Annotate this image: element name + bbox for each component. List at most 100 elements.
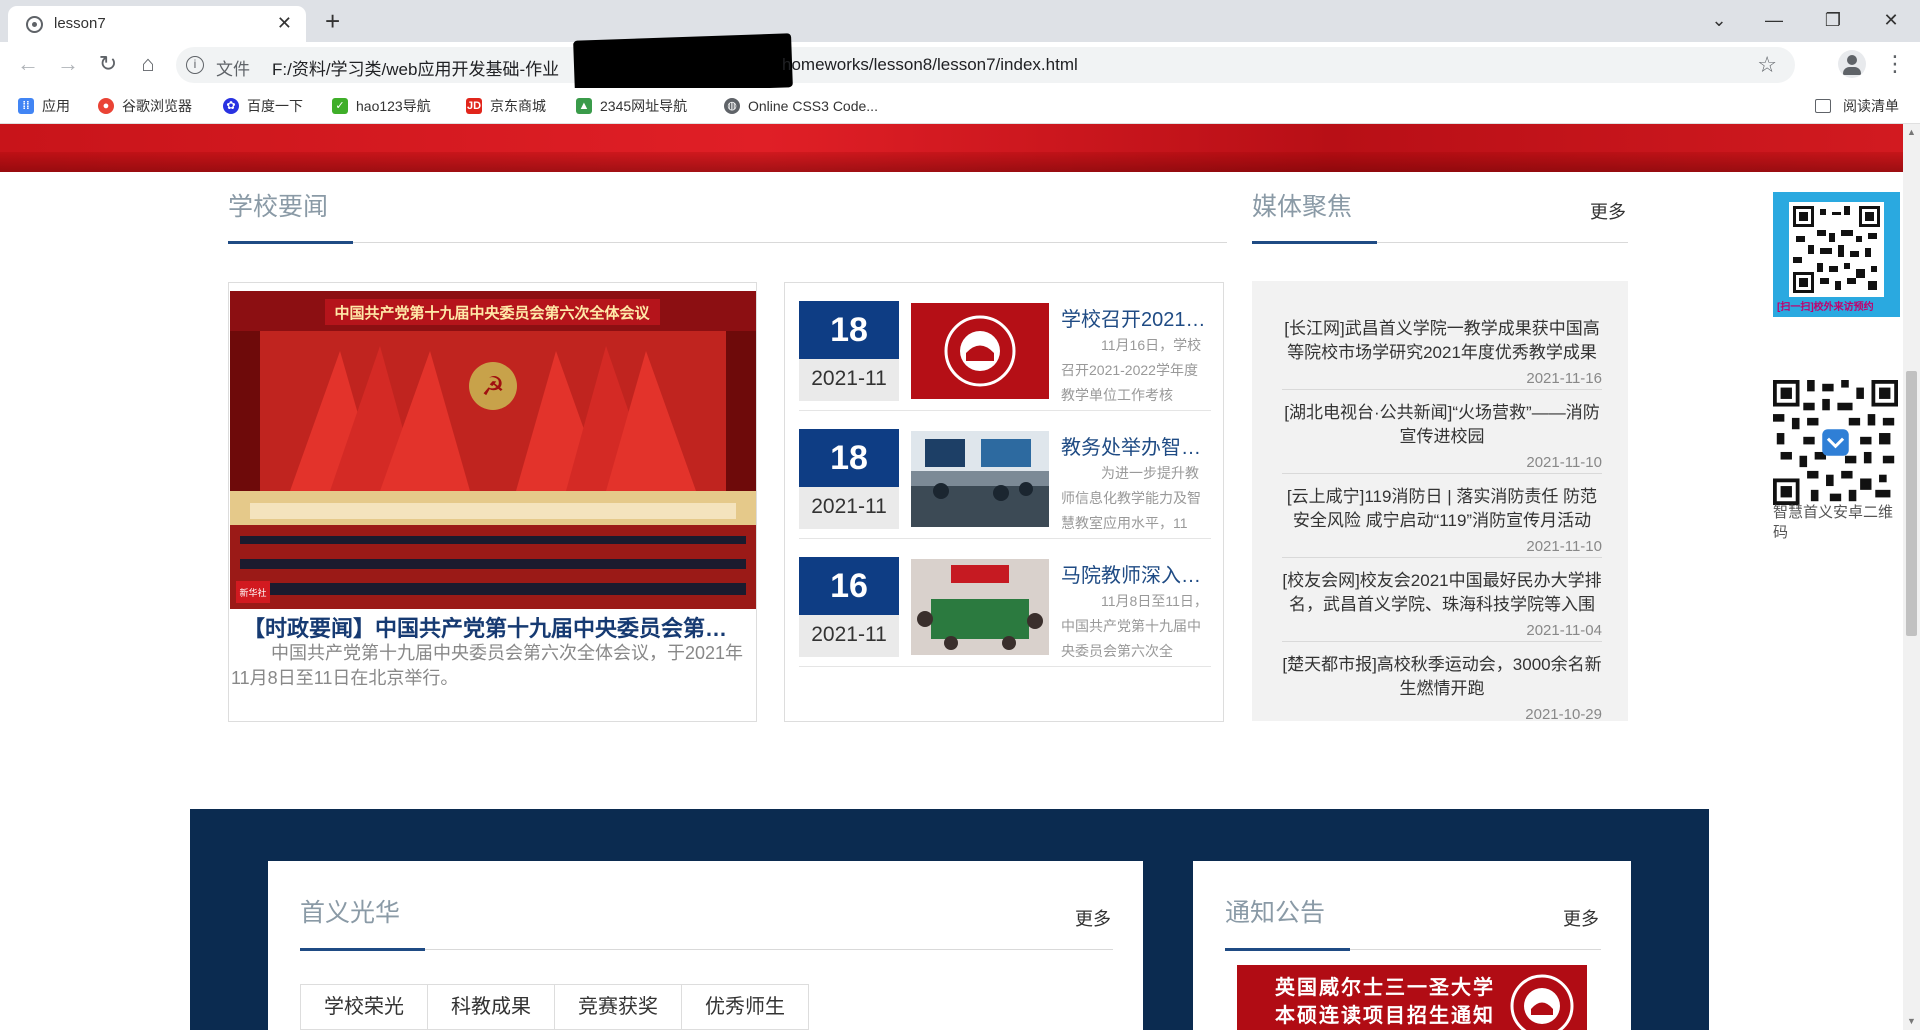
section-accent-bar	[228, 241, 353, 244]
bookmark-online-css3[interactable]: ◍ Online CSS3 Code...	[724, 96, 878, 116]
reload-button[interactable]: ↻	[94, 50, 122, 78]
tab-research-results[interactable]: 科教成果	[427, 984, 555, 1030]
tab-competition-awards[interactable]: 竞赛获奖	[554, 984, 682, 1030]
list-item[interactable]: [楚天都市报]高校秋季运动会，3000余名新生燃情开跑 2021-10-29	[1282, 653, 1602, 725]
scroll-thumb[interactable]	[1906, 371, 1917, 636]
android-app-qr[interactable]	[1773, 380, 1900, 505]
address-bar[interactable]: i 文件 F:/资料/学习类/web应用开发基础-作业 homeworks/le…	[176, 33, 1795, 95]
browser-tab[interactable]: lesson7 ✕	[8, 6, 306, 42]
bookmarks-bar: ⁞⁞ 应用 ● 谷歌浏览器 ✿ 百度一下 ✓ hao123导航 JD 京东商城 ▲ 2345…	[0, 88, 1920, 124]
date-month: 2021-11	[811, 367, 887, 390]
jd-icon: JD	[466, 98, 482, 114]
browser-tab-strip: lesson7 ✕ + ⌄ — ❐ ✕	[0, 0, 1920, 42]
date-day: 16	[799, 557, 899, 615]
news-title[interactable]: 马院教师深入学习六中全会精神	[1061, 559, 1211, 588]
media-date: 2021-11-10	[1526, 538, 1602, 555]
bookmark-baidu[interactable]: ✿ 百度一下	[223, 96, 303, 116]
list-item[interactable]: [湖北电视台·公共新闻]“火场营救”——消防宣传进校园 2021-11-10	[1282, 401, 1602, 474]
feature-news-card[interactable]: 中国共产党第十九届中央委员会第六次全体会议 ☭ 新华社 【时政要闻】中国共产党第…	[228, 282, 757, 722]
bookmark-star-icon[interactable]: ☆	[1757, 52, 1777, 78]
url-scheme: 文件	[216, 60, 250, 79]
date-day: 18	[799, 429, 899, 487]
news-title[interactable]: 学校召开2021-2022学年度教学单位工作考核	[1061, 303, 1211, 332]
qr-caption: [扫一扫]校外来访预约	[1777, 302, 1874, 313]
bottom-dark-section: 首义光华 更多 学校荣光 科教成果 竞赛获奖 优秀师生 通知公告 更多 英国威尔…	[190, 809, 1709, 1030]
list-item[interactable]: 16 2021-11 马院教师深入学习六中全会精神 11月8日至11日，中国共产…	[799, 539, 1211, 667]
list-item[interactable]: [校友会网]校友会2021中国最好民办大学排名，武昌首义学院、珠海科技学院等入围…	[1282, 569, 1602, 642]
list-item[interactable]: [云上咸宁]119消防日 | 落实消防责任 防范安全风险 咸宁启动“119”消防…	[1282, 485, 1602, 558]
list-item[interactable]: 18 2021-11 学校召开2021-2022学年度教学单位工作考核 11月1…	[799, 283, 1211, 411]
apps-grid-icon: ⁞⁞	[18, 98, 34, 114]
tab-title: lesson7	[54, 15, 106, 32]
media-more-link[interactable]: 更多	[1590, 198, 1626, 224]
notice-card: 通知公告 更多 英国威尔士三一圣大学 本硕连读项目招生通知	[1193, 861, 1631, 1030]
news-thumbnail[interactable]	[911, 559, 1049, 655]
hao123-icon: ✓	[332, 98, 348, 114]
section-accent-bar	[300, 948, 425, 951]
media-title[interactable]: [长江网]武昌首义学院一教学成果获中国高等院校市场学研究2021年度优秀教学成果…	[1282, 317, 1602, 365]
page-scrollbar[interactable]: ▲ ▼	[1903, 124, 1920, 1030]
bookmark-2345[interactable]: ▲ 2345网址导航	[576, 96, 687, 116]
tab-close-icon[interactable]: ✕	[277, 13, 292, 33]
news-desc: 11月8日至11日，中国共产党第十九届中央委员会第六次全	[1061, 593, 1208, 659]
page-viewport: 学校要闻 中国共产党第十九届中央委员会第六次全体会议 ☭ 新华社 【时政要闻】中…	[0, 124, 1903, 1030]
feature-image-banner-text: 中国共产党第十九届中央委员会第六次全体会议	[334, 304, 650, 322]
maximize-button[interactable]: ❐	[1821, 8, 1845, 32]
browser-menu-icon[interactable]: ⋮	[1884, 50, 1906, 78]
reading-list-button[interactable]: 阅读清单	[1815, 96, 1899, 116]
news-desc: 为进一步提升教师信息化教学能力及智慧教室应用水平，11	[1061, 465, 1201, 531]
new-tab-button[interactable]: +	[325, 6, 340, 36]
scroll-down-arrow[interactable]: ▼	[1903, 1013, 1920, 1030]
bookmark-chrome[interactable]: ● 谷歌浏览器	[98, 96, 192, 116]
tab-outstanding-people[interactable]: 优秀师生	[681, 984, 809, 1030]
notice-banner-image[interactable]: 英国威尔士三一圣大学 本硕连读项目招生通知	[1237, 965, 1587, 1030]
home-button[interactable]: ⌂	[134, 50, 162, 78]
date-month: 2021-11	[811, 495, 887, 518]
date-badge: 18 2021-11	[799, 301, 899, 401]
visitor-booking-qr[interactable]: [扫一扫]校外来访预约	[1773, 192, 1900, 317]
qr-code-icon	[1789, 202, 1884, 297]
bookmark-jd[interactable]: JD 京东商城	[466, 96, 546, 116]
browser-toolbar: ← → ↻ ⌂ i 文件 F:/资料/学习类/web应用开发基础-作业 home…	[0, 33, 1920, 95]
feature-news-image: 中国共产党第十九届中央委员会第六次全体会议 ☭ 新华社	[230, 291, 756, 609]
scroll-up-arrow[interactable]: ▲	[1903, 124, 1920, 141]
feature-news-title[interactable]: 【时政要闻】中国共产党第十九届中央委员会第六次全体会议公报	[243, 611, 743, 643]
tab-school-glory[interactable]: 学校荣光	[300, 984, 428, 1030]
list-item[interactable]: [长江网]武昌首义学院一教学成果获中国高等院校市场学研究2021年度优秀教学成果…	[1282, 317, 1602, 390]
svg-text:新华社: 新华社	[239, 587, 266, 598]
glory-more-link[interactable]: 更多	[1075, 905, 1111, 931]
media-date: 2021-11-10	[1526, 454, 1602, 471]
media-date: 2021-11-16	[1526, 370, 1602, 387]
globe-icon	[26, 16, 43, 33]
tab-search-dropdown-icon[interactable]: ⌄	[1707, 8, 1731, 32]
school-news-title: 学校要闻	[228, 193, 329, 221]
section-accent-bar	[1225, 948, 1350, 951]
media-date: 2021-10-29	[1525, 706, 1602, 723]
bookmark-hao123[interactable]: ✓ hao123导航	[332, 96, 431, 116]
qr-caption: 智慧首义安卓二维码	[1773, 504, 1894, 541]
profile-avatar[interactable]	[1838, 50, 1866, 78]
back-button[interactable]: ←	[14, 50, 42, 78]
media-title[interactable]: [校友会网]校友会2021中国最好民办大学排名，武昌首义学院、珠海科技学院等入围	[1282, 569, 1602, 617]
close-window-button[interactable]: ✕	[1879, 8, 1903, 32]
minimize-button[interactable]: —	[1762, 8, 1786, 32]
news-list: 18 2021-11 学校召开2021-2022学年度教学单位工作考核 11月1…	[784, 282, 1224, 722]
header-banner	[0, 124, 1903, 172]
news-thumbnail[interactable]	[911, 303, 1049, 399]
school-emblem-icon	[1510, 974, 1574, 1030]
info-icon[interactable]: i	[186, 56, 204, 74]
bookmark-apps[interactable]: ⁞⁞ 应用	[18, 96, 70, 116]
list-item[interactable]: 18 2021-11 教务处举办智慧教室应用培训 为进一步提升教师信息化教学能力…	[799, 411, 1211, 539]
globe-icon: ◍	[724, 98, 740, 114]
notice-title: 通知公告	[1225, 899, 1326, 927]
date-badge: 16 2021-11	[799, 557, 899, 657]
url-tail: homeworks/lesson8/lesson7/index.html	[782, 55, 1078, 74]
media-title[interactable]: [云上咸宁]119消防日 | 落实消防责任 防范安全风险 咸宁启动“119”消防…	[1282, 485, 1602, 533]
news-thumbnail[interactable]	[911, 431, 1049, 527]
media-title[interactable]: [楚天都市报]高校秋季运动会，3000余名新生燃情开跑	[1282, 653, 1602, 701]
media-title[interactable]: [湖北电视台·公共新闻]“火场营救”——消防宣传进校园	[1282, 401, 1602, 449]
chrome-icon: ●	[98, 98, 114, 114]
notice-more-link[interactable]: 更多	[1563, 905, 1599, 931]
news-title[interactable]: 教务处举办智慧教室应用培训	[1061, 431, 1211, 460]
forward-button[interactable]: →	[54, 50, 82, 78]
